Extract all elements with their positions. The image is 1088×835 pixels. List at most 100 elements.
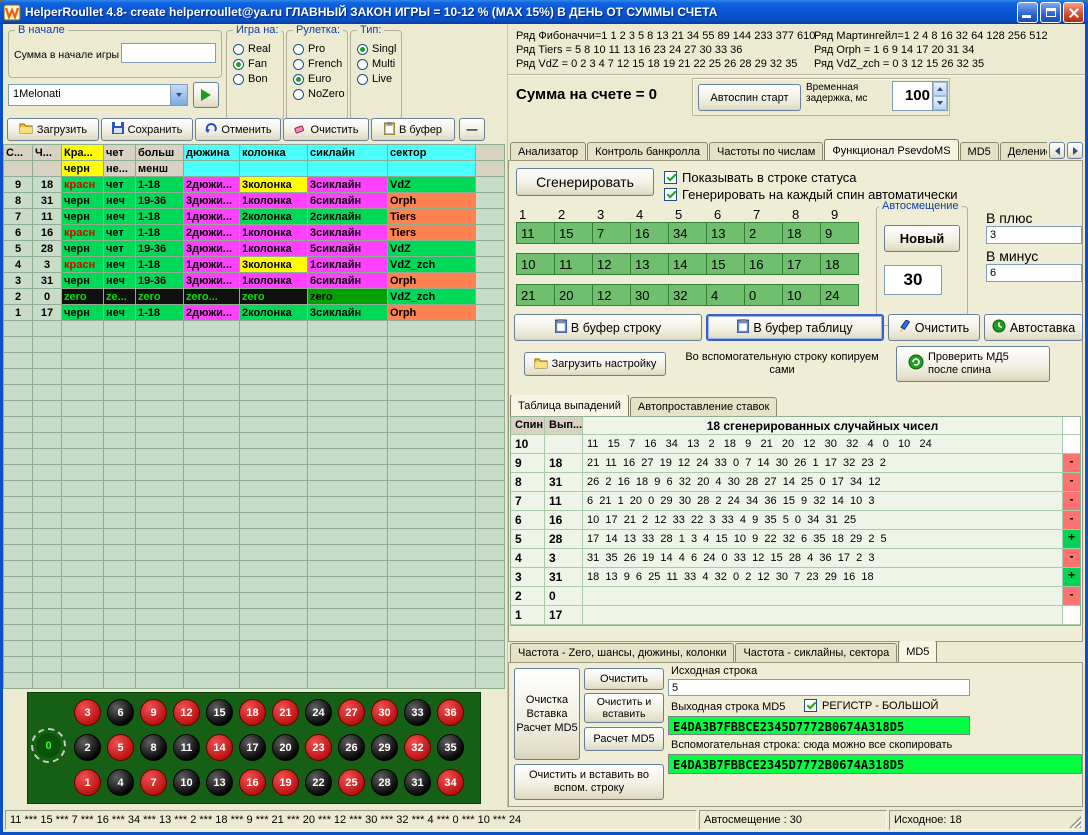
md5-clear-paste-aux-button[interactable]: Очистить и вставить во вспом. строку — [514, 764, 664, 800]
board-number-20[interactable]: 20 — [272, 734, 299, 761]
board-number-31[interactable]: 31 — [404, 769, 431, 796]
titlebar[interactable]: HelperRoullet 4.8- create helperroullet@… — [0, 0, 1088, 24]
radio-option-pro[interactable]: Pro — [293, 43, 347, 55]
minus-input[interactable] — [986, 264, 1082, 282]
board-number-23[interactable]: 23 — [305, 734, 332, 761]
clear-generator-button[interactable]: Очистить — [888, 314, 980, 341]
md5-side-button[interactable]: Очистка Вставка Расчет MD5 — [514, 668, 580, 760]
register-checkbox[interactable]: РЕГИСТР - БОЛЬШОЙ — [804, 699, 938, 712]
copy-row-button[interactable]: В буфер строку — [514, 314, 702, 341]
tab-md5[interactable]: MD5 — [960, 142, 999, 161]
board-number-2[interactable]: 2 — [74, 734, 101, 761]
board-number-7[interactable]: 7 — [140, 769, 167, 796]
clear-button[interactable]: Очистить — [283, 118, 369, 141]
board-number-17[interactable]: 17 — [239, 734, 266, 761]
copy-buffer-button[interactable]: В буфер — [371, 118, 455, 141]
tab-автопроставление-ставок[interactable]: Автопроставление ставок — [630, 397, 777, 416]
resize-grip[interactable] — [1069, 816, 1081, 828]
spinner-up-button[interactable] — [933, 82, 947, 96]
load-button[interactable]: Загрузить — [7, 118, 99, 141]
tab-деление-ко[interactable]: Деление ко — [1000, 142, 1047, 161]
board-number-14[interactable]: 14 — [206, 734, 233, 761]
radio-option-euro[interactable]: Euro — [293, 73, 347, 85]
maximize-button[interactable] — [1040, 2, 1061, 23]
board-number-27[interactable]: 27 — [338, 699, 365, 726]
dropdown-arrow-icon[interactable] — [170, 85, 187, 105]
board-number-16[interactable]: 16 — [239, 769, 266, 796]
board-number-28[interactable]: 28 — [371, 769, 398, 796]
board-number-25[interactable]: 25 — [338, 769, 365, 796]
board-number-18[interactable]: 18 — [239, 699, 266, 726]
board-number-10[interactable]: 10 — [173, 769, 200, 796]
spin-number: 8 — [511, 473, 545, 491]
show-status-checkbox[interactable]: Показывать в строке статуса — [664, 170, 857, 185]
tab-таблица-выпадений[interactable]: Таблица выпадений — [510, 395, 629, 416]
board-number-12[interactable]: 12 — [173, 699, 200, 726]
autospin-button[interactable]: Автоспин старт — [698, 84, 801, 111]
board-number-32[interactable]: 32 — [404, 734, 431, 761]
radio-option-french[interactable]: French — [293, 58, 347, 70]
radio-option-bon[interactable]: Bon — [233, 73, 283, 85]
tab-анализатор[interactable]: Анализатор — [510, 142, 586, 161]
board-number-30[interactable]: 30 — [371, 699, 398, 726]
radio-option-live[interactable]: Live — [357, 73, 401, 85]
generate-button[interactable]: Сгенерировать — [516, 168, 654, 196]
radio-option-singl[interactable]: Singl — [357, 43, 401, 55]
close-button[interactable] — [1063, 2, 1084, 23]
radio-option-nozero[interactable]: NoZero — [293, 88, 347, 100]
tab-контроль-банкролла[interactable]: Контроль банкролла — [587, 142, 708, 161]
board-number-35[interactable]: 35 — [437, 734, 464, 761]
md5-clear-paste-button[interactable]: Очистить и вставить — [584, 693, 664, 723]
tabs-scroll-right-button[interactable] — [1067, 142, 1083, 159]
board-number-11[interactable]: 11 — [173, 734, 200, 761]
radio-option-multi[interactable]: Multi — [357, 58, 401, 70]
tab-частота-zero-шансы-дюжины-колонки[interactable]: Частота - Zero, шансы, дюжины, колонки — [510, 643, 734, 662]
md5-aux-field[interactable]: E4DA3B7FBBCE2345D7772B0674A318D5 — [668, 754, 1082, 774]
board-number-1[interactable]: 1 — [74, 769, 101, 796]
new-button[interactable]: Новый — [884, 225, 960, 252]
autoshift-value[interactable]: 30 — [884, 265, 942, 295]
preset-select[interactable]: 1Melonati — [8, 84, 188, 106]
board-number-3[interactable]: 3 — [74, 699, 101, 726]
play-button[interactable] — [193, 82, 219, 108]
board-number-9[interactable]: 9 — [140, 699, 167, 726]
board-number-19[interactable]: 19 — [272, 769, 299, 796]
spinner-down-button[interactable] — [933, 96, 947, 110]
board-number-6[interactable]: 6 — [107, 699, 134, 726]
board-number-13[interactable]: 13 — [206, 769, 233, 796]
md5-source-input[interactable] — [668, 679, 970, 696]
board-number-21[interactable]: 21 — [272, 699, 299, 726]
radio-option-fan[interactable]: Fan — [233, 58, 283, 70]
board-number-8[interactable]: 8 — [140, 734, 167, 761]
check-md5-button[interactable]: Проверить МД5 после спина — [896, 346, 1050, 382]
board-number-34[interactable]: 34 — [437, 769, 464, 796]
md5-clear-button[interactable]: Очистить — [584, 668, 664, 690]
load-settings-button[interactable]: Загрузить настройку — [524, 352, 666, 376]
start-sum-input[interactable] — [121, 43, 216, 63]
md5-calc-button[interactable]: Расчет MD5 — [584, 727, 664, 751]
save-button[interactable]: Сохранить — [101, 118, 193, 141]
board-number-36[interactable]: 36 — [437, 699, 464, 726]
board-number-26[interactable]: 26 — [338, 734, 365, 761]
autobet-button[interactable]: Автоставка — [984, 314, 1083, 341]
radio-option-real[interactable]: Real — [233, 43, 283, 55]
board-number-24[interactable]: 24 — [305, 699, 332, 726]
board-number-0[interactable]: 0 — [35, 732, 62, 759]
tab-частота-сиклайны-сектора[interactable]: Частота - сиклайны, сектора — [735, 643, 897, 662]
board-number-33[interactable]: 33 — [404, 699, 431, 726]
plus-input[interactable] — [986, 226, 1082, 244]
board-number-22[interactable]: 22 — [305, 769, 332, 796]
board-number-15[interactable]: 15 — [206, 699, 233, 726]
undo-button[interactable]: Отменить — [195, 118, 281, 141]
board-number-5[interactable]: 5 — [107, 734, 134, 761]
tabs-scroll-left-button[interactable] — [1049, 142, 1065, 159]
delay-spinner[interactable]: 100 — [892, 81, 948, 111]
board-number-4[interactable]: 4 — [107, 769, 134, 796]
board-number-29[interactable]: 29 — [371, 734, 398, 761]
tab-функционал-psevdoms[interactable]: Функционал PsevdoMS — [824, 139, 958, 161]
tab-md5[interactable]: MD5 — [898, 641, 937, 662]
tab-частоты-по-числам[interactable]: Частоты по числам — [709, 142, 823, 161]
collapse-button[interactable]: — — [459, 118, 485, 141]
minimize-button[interactable] — [1017, 2, 1038, 23]
copy-table-button[interactable]: В буфер таблицу — [706, 314, 884, 341]
